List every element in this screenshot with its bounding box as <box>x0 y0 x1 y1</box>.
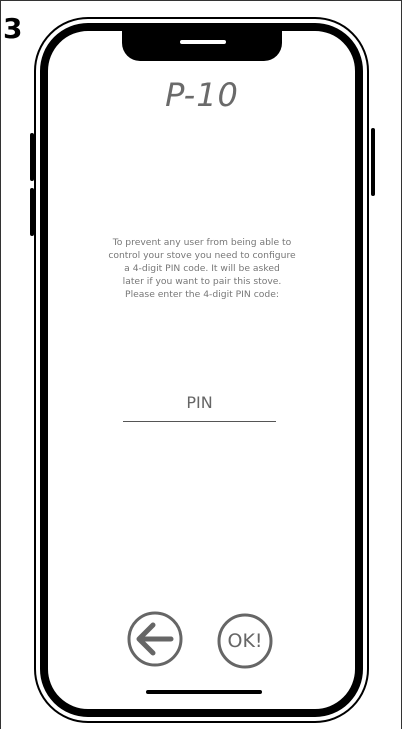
pin-input[interactable] <box>123 384 276 422</box>
arrow-left-circle-icon <box>127 611 183 667</box>
phone-power-button <box>371 128 375 196</box>
pin-instructions: To prevent any user from being able to c… <box>108 237 296 300</box>
back-button[interactable] <box>126 610 184 668</box>
screen-title: P-10 <box>165 76 239 114</box>
ok-button-label: OK! <box>227 630 263 652</box>
step-number: 3 <box>3 12 23 45</box>
speaker-grille <box>180 40 226 44</box>
phone-screen <box>40 23 363 717</box>
home-indicator <box>146 690 262 694</box>
ok-button[interactable]: OK! <box>216 612 274 670</box>
